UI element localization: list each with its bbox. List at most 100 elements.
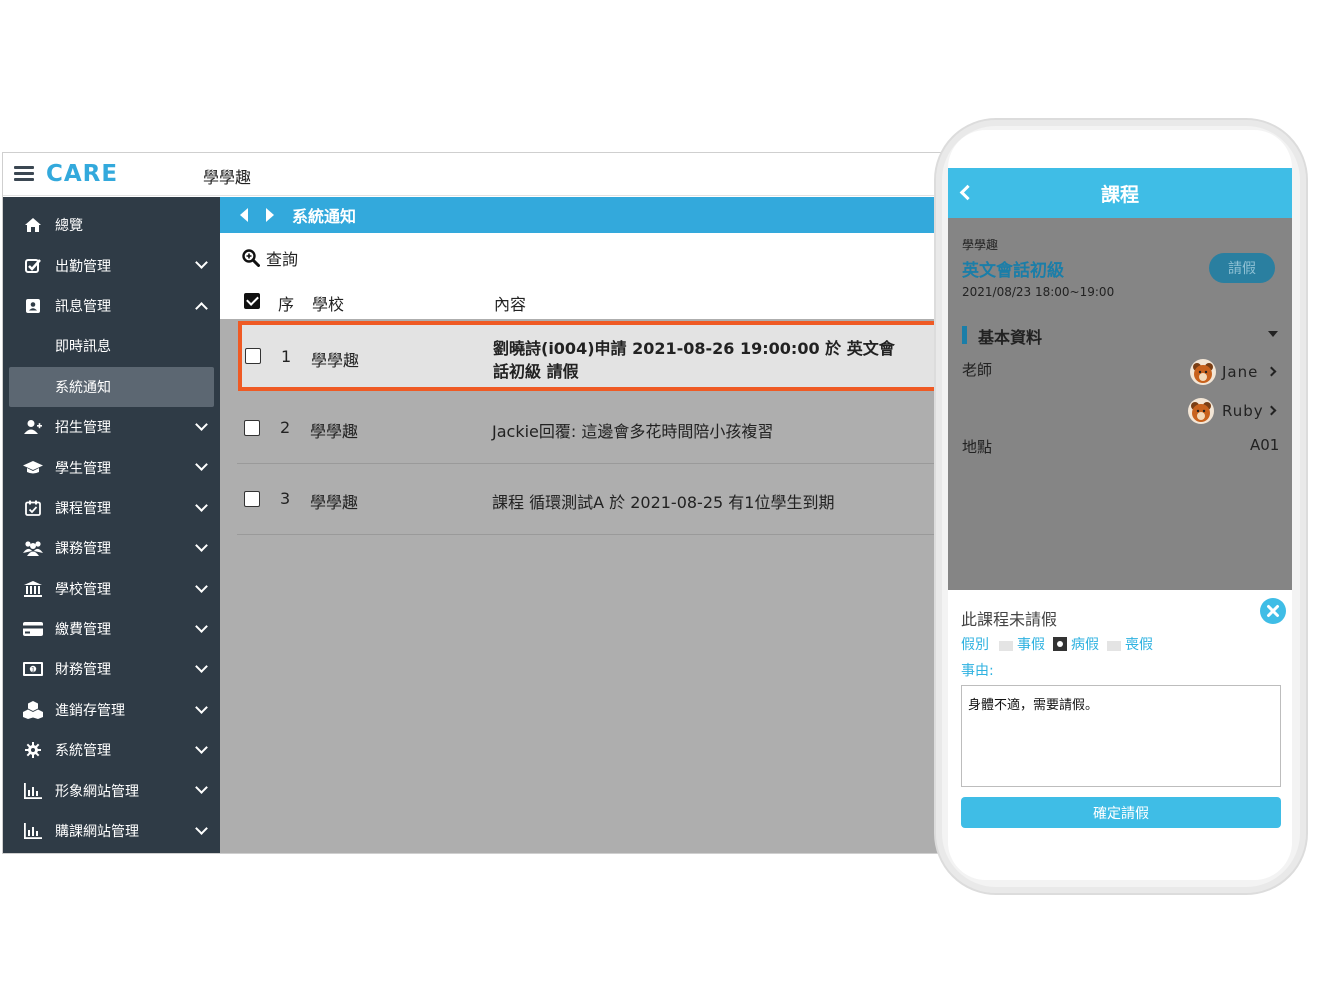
sidebar-item-label: 課程管理 [55,500,111,517]
sidebar-item-course-affairs[interactable]: 課務管理 [3,528,220,568]
chevron-down-icon [195,660,208,674]
chevron-down-icon [195,418,208,431]
home-icon [23,215,43,235]
sidebar-item-system[interactable]: 系統管理 [3,730,220,770]
sidebar-subitem-system-notifications[interactable]: 系統通知 [9,366,214,407]
gear-icon [23,740,43,760]
row-school: 學學趣 [310,422,359,441]
leave-type-option[interactable]: 喪假 [1107,634,1153,654]
sidebar-item-finance[interactable]: 1 財務管理 [3,649,220,689]
sidebar-item-label: 訊息管理 [55,298,111,315]
bar-chart-icon [23,781,43,801]
row-school: 學學趣 [311,351,360,370]
leave-type-group: 假別 事假 病假 喪假 [961,634,1153,654]
query-button[interactable]: 查詢 [266,246,298,270]
cubes-icon [23,700,43,720]
user-plus-icon [23,417,43,437]
chevron-down-icon [195,458,208,472]
row-content-line1: 劉曉詩(i004)申請 2021-08-26 19:00:00 於 英文會 [493,339,895,358]
row-content-line1: Jackie回覆: 這邊會多花時間陪小孩複習 [492,422,774,441]
leave-type-option-label: 喪假 [1125,637,1153,653]
sidebar-item-schools[interactable]: 學校管理 [3,569,220,609]
page-title: 系統通知 [292,207,357,226]
users-icon [23,538,43,558]
sidebar-item-label: 課務管理 [55,541,111,558]
sidebar-item-label: 招生管理 [55,420,111,437]
chevron-up-icon [195,301,208,315]
contact-card-icon [23,296,43,316]
row-checkbox[interactable] [245,348,261,364]
chevron-right-icon[interactable] [1266,405,1277,416]
row-school: 學學趣 [310,493,359,512]
bank-icon [23,579,43,599]
row-content-line2: 話初級 請假 [493,362,579,381]
phone-screen: 課程 學學趣 英文會話初級 請假 2021/08/23 18:00~19:00 … [948,168,1292,880]
leave-type-option-label: 事假 [1017,637,1045,653]
search-icon[interactable] [242,249,260,267]
table-row[interactable]: 2 學學趣 Jackie回覆: 這邊會多花時間陪小孩複習 [237,393,961,464]
sidebar-item-inventory[interactable]: 進銷存管理 [3,690,220,730]
sidebar-item-label: 系統通知 [55,379,111,396]
forward-arrow-icon[interactable] [266,208,274,222]
close-icon[interactable] [1260,598,1286,624]
location-value: A01 [1250,436,1280,454]
chevron-down-icon [195,539,208,552]
row-content-line1: 課程 循環測試A 於 2021-08-25 有1位學生到期 [492,493,835,512]
sidebar-item-students[interactable]: 學生管理 [3,447,220,487]
sidebar-item-label: 出勤管理 [55,258,111,275]
course-datetime: 2021/08/23 18:00~19:00 [962,285,1115,299]
sidebar-item-label: 即時訊息 [55,339,111,356]
phone-status-area [948,130,1292,168]
leave-request-sheet: 此課程未請假 假別 事假 病假 喪假 事由: 身體不適，需要請假。 確定請假 [948,590,1292,880]
sidebar-item-overview[interactable]: 總覽 [3,205,220,245]
main-content: 系統通知 查詢 序 學校 內容 1 學學趣 劉曉詩(i004)申請 2021-0… [220,197,961,853]
leave-type-label: 假別 [961,637,989,653]
avatar [1190,359,1216,385]
back-arrow-icon[interactable] [240,208,248,222]
table-row[interactable]: 1 學學趣 劉曉詩(i004)申請 2021-08-26 19:00:00 於 … [238,321,961,391]
sidebar: 總覽 出勤管理 訊息管理 即時訊息 系統通知 招生管理 學生管理 課程管理 課務… [3,197,220,853]
location-label: 地點 [962,438,993,456]
chevron-right-icon[interactable] [1266,366,1277,377]
money-icon: 1 [23,659,43,679]
reason-text: 身體不適，需要請假。 [968,698,1099,713]
sidebar-item-brand-site[interactable]: 形象網站管理 [3,770,220,810]
sidebar-item-purchase-site[interactable]: 購課網站管理 [3,811,220,851]
phone-title: 課程 [1100,183,1139,206]
reason-label: 事由: [961,663,994,679]
leave-button[interactable]: 請假 [1209,253,1275,283]
table-header: 序 學校 內容 [220,283,961,319]
sidebar-item-messages[interactable]: 訊息管理 [3,286,220,326]
course-name: 英文會話初級 [962,261,1064,281]
reason-textarea[interactable]: 身體不適，需要請假。 [961,685,1281,787]
row-checkbox[interactable] [244,491,260,507]
sidebar-item-label: 購課網站管理 [55,824,139,841]
sidebar-subitem-instant-messages[interactable]: 即時訊息 [3,326,220,366]
row-seq: 2 [280,418,291,437]
back-chevron-icon[interactable] [959,184,976,201]
leave-type-option[interactable]: 事假 [999,634,1045,654]
graduation-cap-icon [23,458,43,478]
top-bar: CARE 學學趣 [3,153,961,196]
sidebar-item-label: 系統管理 [55,743,111,760]
confirm-leave-button[interactable]: 確定請假 [961,797,1281,828]
radio-unselected-icon [1107,641,1121,651]
sidebar-item-label: 學生管理 [55,460,111,477]
teacher-name[interactable]: Jane [1222,363,1258,381]
row-checkbox[interactable] [244,420,260,436]
hamburger-menu-icon[interactable] [14,166,34,182]
chevron-down-icon [195,821,208,835]
teacher-name[interactable]: Ruby [1222,402,1264,420]
leave-type-option[interactable]: 病假 [1053,634,1099,654]
select-all-checkbox[interactable] [244,293,260,309]
caret-down-icon[interactable] [1268,331,1278,337]
sidebar-item-enrollment[interactable]: 招生管理 [3,407,220,447]
sidebar-item-payments[interactable]: 繳費管理 [3,609,220,649]
organization-title: 學學趣 [203,168,252,187]
sidebar-item-courses[interactable]: 課程管理 [3,488,220,528]
sidebar-item-attendance[interactable]: 出勤管理 [3,245,220,285]
table-row[interactable]: 3 學學趣 課程 循環測試A 於 2021-08-25 有1位學生到期 [237,464,961,535]
desktop-window: CARE 學學趣 總覽 出勤管理 訊息管理 即時訊息 系統通知 招生管理 學生管… [2,152,962,854]
chevron-down-icon [195,781,208,795]
column-header-school: 學校 [312,295,345,314]
